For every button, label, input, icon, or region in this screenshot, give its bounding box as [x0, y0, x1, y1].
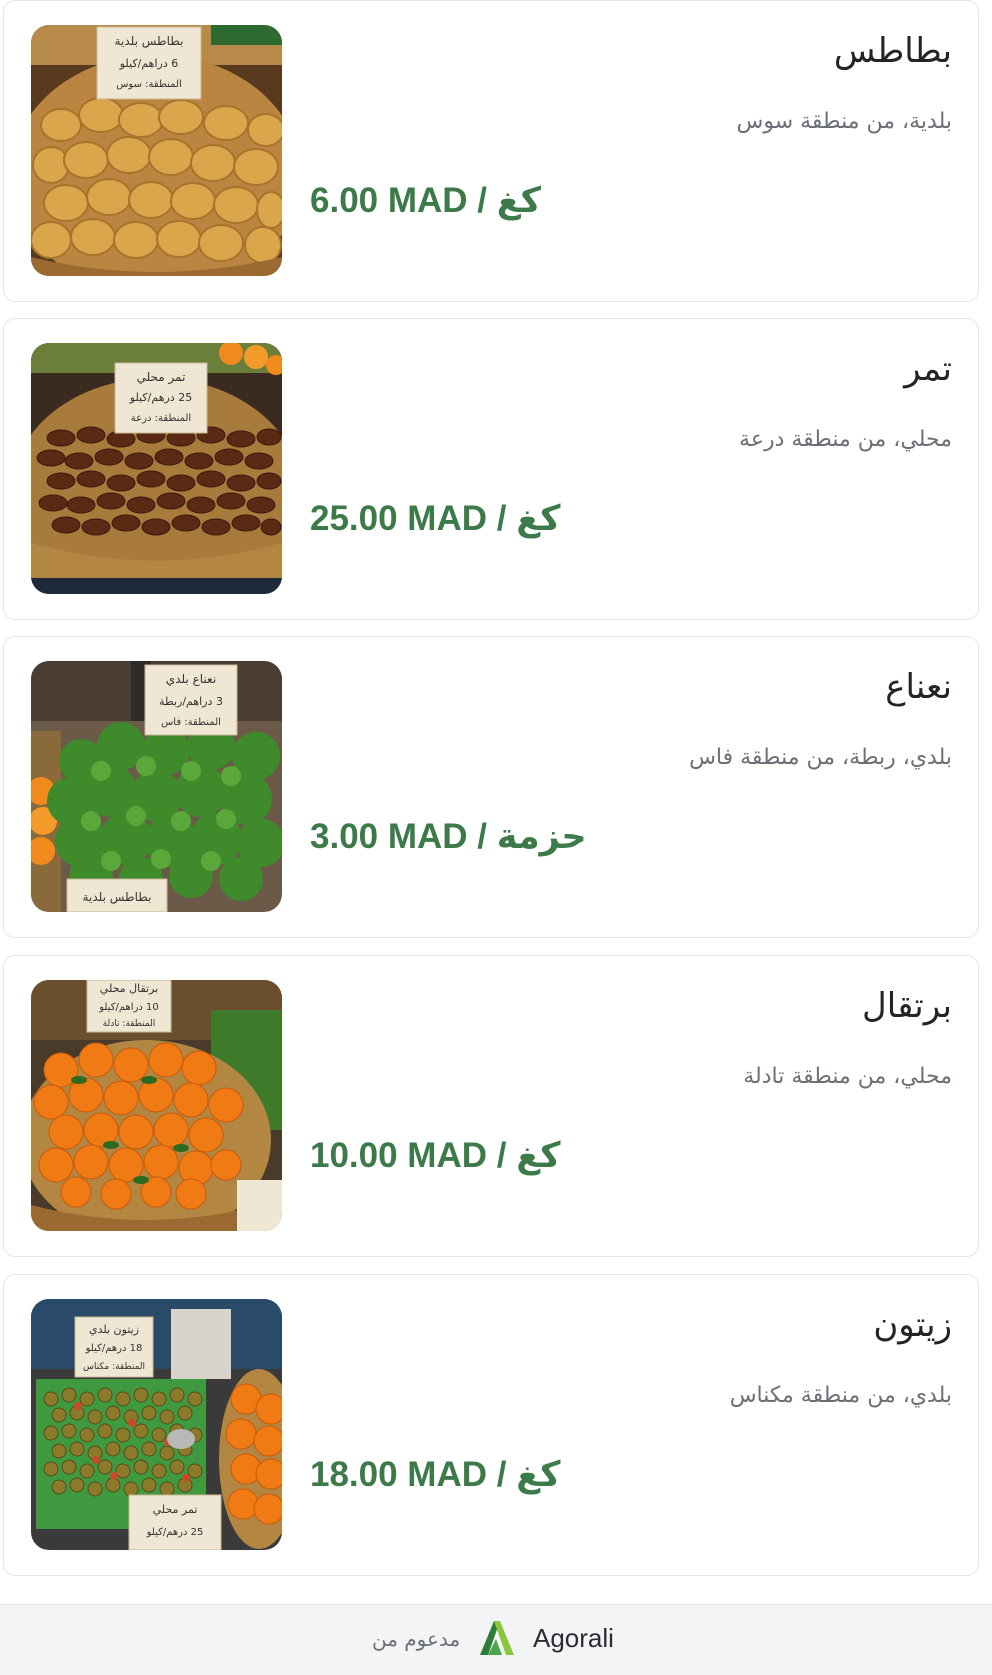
price-unit: كغ	[496, 181, 542, 221]
sign-line-1: زيتون بلدي	[89, 1323, 139, 1336]
price-value: 6.00 MAD	[310, 181, 468, 220]
price-unit: حزمة	[496, 817, 587, 857]
sign-line-1: تمر محلي	[137, 370, 186, 385]
price-unit: كغ	[516, 499, 561, 539]
sign-line-2: 6 دراهم/كيلو	[119, 57, 178, 70]
product-price: 18.00 MAD / كغ	[310, 1455, 560, 1495]
sign-line-3: المنطقة: درعة	[131, 413, 191, 424]
product-image-mint: نعناع بلدي 3 دراهم/ربطة المنطقة: فاس بطا…	[31, 661, 282, 912]
powered-by-label: مدعوم من	[372, 1627, 461, 1651]
product-description: بلدي، ربطة، من منطقة فاس	[689, 745, 952, 770]
price-separator: /	[477, 817, 497, 856]
price-unit: كغ	[516, 1455, 561, 1495]
agorali-logo-icon[interactable]	[476, 1617, 518, 1659]
product-image-olives: زيتون بلدي 18 درهم/كيلو المنطقة: مكناس ت…	[31, 1299, 282, 1550]
sign-line-3: المنطقة: مكناس	[83, 1362, 145, 1372]
product-list-page: بطاطس بلدية 6 دراهم/كيلو المنطقة: سوس بط…	[0, 0, 992, 1675]
sign-line-1: بطاطس بلدية	[115, 34, 184, 49]
product-description: بلدية، من منطقة سوس	[736, 109, 952, 134]
bottom-sign: بطاطس بلدية	[83, 890, 152, 905]
brand-name[interactable]: Agorali	[533, 1623, 614, 1654]
product-image-oranges: برتقال محلي 10 دراهم/كيلو المنطقة: تادلة	[31, 980, 282, 1231]
sign-line-2: 3 دراهم/ربطة	[159, 695, 223, 708]
price-separator: /	[477, 181, 497, 220]
bottom-sign-line-2: 25 درهم/كيلو	[146, 1527, 204, 1538]
price-value: 10.00 MAD	[310, 1136, 488, 1175]
product-name: تمر	[904, 349, 952, 389]
product-card-mint[interactable]: نعناع بلدي 3 دراهم/ربطة المنطقة: فاس بطا…	[3, 636, 979, 938]
product-name: برتقال	[862, 986, 952, 1026]
price-value: 18.00 MAD	[310, 1455, 488, 1494]
footer: مدعوم من Agorali	[0, 1604, 992, 1675]
sign-line-1: نعناع بلدي	[166, 672, 216, 686]
sign-line-1: برتقال محلي	[100, 982, 158, 995]
sign-line-2: 18 درهم/كيلو	[85, 1343, 143, 1354]
sign-line-2: 10 دراهم/كيلو	[98, 1002, 159, 1013]
product-price: 6.00 MAD / كغ	[310, 181, 541, 221]
product-image-dates: تمر محلي 25 درهم/كيلو المنطقة: درعة	[31, 343, 282, 594]
product-description: محلي، من منطقة درعة	[739, 427, 952, 452]
product-price: 25.00 MAD / كغ	[310, 499, 560, 539]
price-separator: /	[496, 499, 517, 538]
price-value: 3.00 MAD	[310, 817, 468, 856]
product-card-dates[interactable]: تمر محلي 25 درهم/كيلو المنطقة: درعة تمر …	[3, 318, 979, 620]
price-value: 25.00 MAD	[310, 499, 488, 538]
sign-line-3: المنطقة: تادلة	[103, 1019, 156, 1029]
product-price: 10.00 MAD / كغ	[310, 1136, 560, 1176]
sign-line-3: المنطقة: فاس	[161, 717, 221, 728]
product-description: بلدي، من منطقة مكناس	[729, 1383, 952, 1408]
product-card-potatoes[interactable]: بطاطس بلدية 6 دراهم/كيلو المنطقة: سوس بط…	[3, 0, 979, 302]
price-separator: /	[496, 1455, 517, 1494]
product-name: زيتون	[873, 1305, 952, 1345]
product-name: بطاطس	[833, 31, 952, 71]
price-unit: كغ	[516, 1136, 561, 1176]
sign-line-2: 25 درهم/كيلو	[129, 391, 192, 404]
sign-line-3: المنطقة: سوس	[116, 79, 182, 90]
price-separator: /	[496, 1136, 517, 1175]
bottom-sign-line-1: تمر محلي	[153, 1503, 198, 1516]
product-description: محلي، من منطقة تادلة	[743, 1064, 952, 1089]
product-price: 3.00 MAD / حزمة	[310, 817, 587, 857]
product-name: نعناع	[885, 667, 952, 707]
product-card-oranges[interactable]: برتقال محلي 10 دراهم/كيلو المنطقة: تادلة…	[3, 955, 979, 1257]
product-card-olives[interactable]: زيتون بلدي 18 درهم/كيلو المنطقة: مكناس ت…	[3, 1274, 979, 1576]
product-image-potatoes: بطاطس بلدية 6 دراهم/كيلو المنطقة: سوس	[31, 25, 282, 276]
